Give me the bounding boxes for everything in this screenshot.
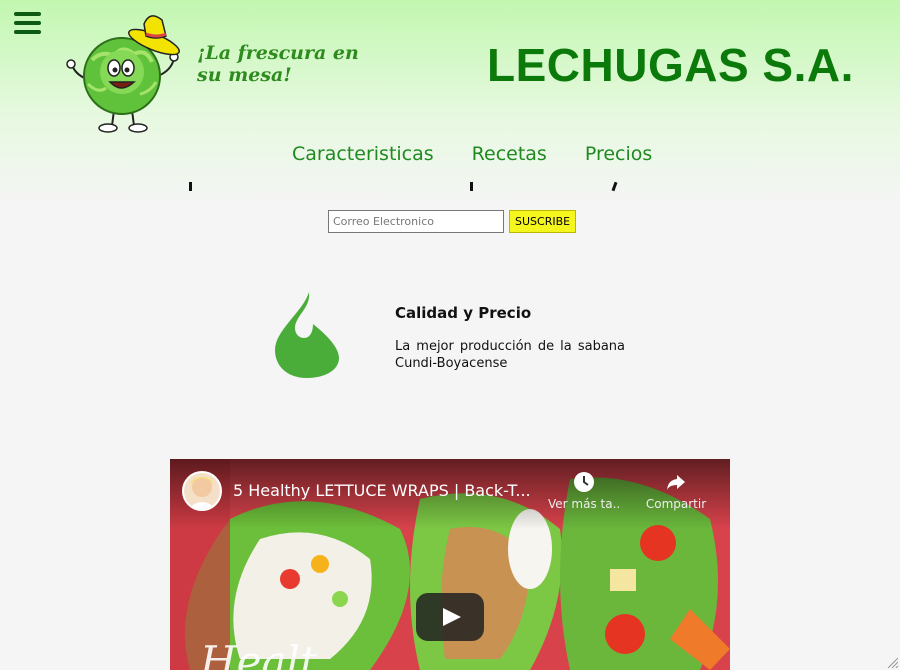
main-nav: Caracteristicas Recetas Precios	[292, 143, 652, 165]
nav-item-precios[interactable]: Precios	[585, 143, 652, 165]
video-embed[interactable]: 5 Healthy LETTUCE WRAPS | Back-T... Ver …	[170, 459, 730, 670]
watch-later-button[interactable]: Ver más ta...	[548, 471, 620, 511]
play-button[interactable]	[416, 593, 484, 641]
resize-grip-icon[interactable]	[886, 656, 898, 668]
flame-icon	[275, 292, 339, 378]
tagline: ¡La frescura en su mesa!	[197, 42, 359, 86]
subscribe-form: SUSCRIBE	[328, 210, 577, 233]
share-button[interactable]: Compartir	[640, 471, 712, 511]
feature-title: Calidad y Precio	[395, 304, 532, 322]
nav-item-caracteristicas[interactable]: Caracteristicas	[292, 143, 434, 165]
email-field[interactable]	[328, 210, 504, 233]
hamburger-menu-icon[interactable]	[14, 12, 41, 34]
clock-icon	[574, 472, 594, 492]
thumbnail-script-text: Healt	[200, 637, 317, 670]
share-icon	[667, 475, 685, 490]
clipped-text-fragment	[470, 182, 473, 191]
nav-item-recetas[interactable]: Recetas	[472, 143, 547, 165]
brand-title: LECHUGAS S.A.	[487, 39, 854, 91]
subscribe-button[interactable]: SUSCRIBE	[509, 210, 577, 233]
share-label: Compartir	[645, 497, 707, 511]
lettuce-mascot-icon	[66, 15, 180, 133]
feature-description: La mejor producción de la sabana Cundi-B…	[395, 339, 625, 371]
video-title[interactable]: 5 Healthy LETTUCE WRAPS | Back-T...	[233, 481, 538, 500]
clipped-text-fragment	[189, 182, 192, 191]
watch-later-label: Ver más ta...	[548, 497, 620, 511]
site-header: ¡La frescura en su mesa! LECHUGAS S.A. C…	[0, 0, 900, 205]
channel-avatar[interactable]	[182, 471, 222, 511]
